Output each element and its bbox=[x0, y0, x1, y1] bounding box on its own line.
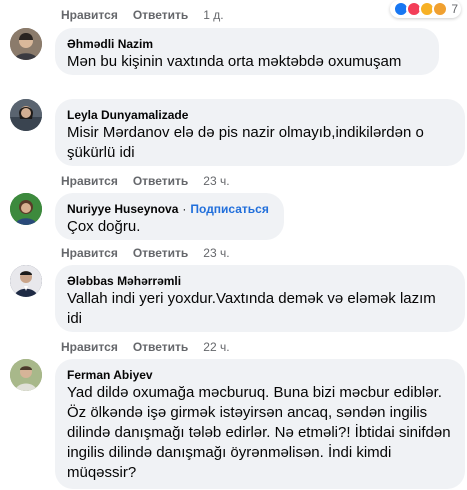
wow-reaction-icon bbox=[432, 1, 449, 17]
reply-button[interactable]: Ответить bbox=[133, 340, 188, 354]
comment-timestamp[interactable]: 23 ч. bbox=[203, 246, 229, 260]
reaction-count: 7 bbox=[451, 2, 458, 16]
comment: Əhmədli Nazim Mən bu kişinin vaxtında or… bbox=[10, 28, 439, 75]
person-avatar-icon bbox=[10, 265, 42, 297]
comment-author[interactable]: Leyla Dunyamalizade bbox=[67, 107, 453, 123]
comment: Ələbbas Məhərrəmli Vallah indi yeri yoxd… bbox=[10, 265, 465, 332]
person-avatar-icon bbox=[10, 99, 42, 131]
comment-author[interactable]: Əhmədli Nazim bbox=[67, 36, 427, 52]
avatar[interactable] bbox=[10, 28, 42, 60]
comment-actions: Нравится Ответить 1 д. bbox=[61, 8, 224, 22]
subscribe-link[interactable]: Подписаться bbox=[190, 202, 268, 216]
comment: Nuriyye Huseynova · Подписаться Çox doğru. bbox=[10, 193, 284, 240]
comment-actions: Нравится Ответить 23 ч. bbox=[61, 174, 230, 188]
like-button[interactable]: Нравится bbox=[61, 246, 118, 260]
avatar[interactable] bbox=[10, 193, 42, 225]
comment-text: Vallah indi yeri yoxdur.Vaxtında demək v… bbox=[67, 290, 436, 327]
comment-author[interactable]: Ferman Abiyev bbox=[67, 367, 453, 383]
comment-bubble: Əhmədli Nazim Mən bu kişinin vaxtında or… bbox=[55, 28, 439, 75]
person-avatar-icon bbox=[10, 28, 42, 60]
comment-timestamp[interactable]: 22 ч. bbox=[203, 340, 229, 354]
like-button[interactable]: Нравится bbox=[61, 340, 118, 354]
avatar[interactable] bbox=[10, 265, 42, 297]
comment-actions: Нравится Ответить 23 ч. bbox=[61, 246, 230, 260]
reply-button[interactable]: Ответить bbox=[133, 174, 188, 188]
like-button[interactable]: Нравится bbox=[61, 174, 118, 188]
comment-actions: Нравится Ответить 22 ч. bbox=[61, 340, 230, 354]
like-button[interactable]: Нравится bbox=[61, 8, 118, 22]
comment-text: Mən bu kişinin vaxtında orta məktəbdə ox… bbox=[67, 53, 402, 70]
person-avatar-icon bbox=[10, 193, 42, 225]
reply-button[interactable]: Ответить bbox=[133, 246, 188, 260]
comment-timestamp[interactable]: 23 ч. bbox=[203, 174, 229, 188]
person-avatar-icon bbox=[10, 359, 42, 391]
comment: Ferman Abiyev Yad dildə oxumağa məcburuq… bbox=[10, 359, 465, 489]
comment: Leyla Dunyamalizade Misir Mərdanov elə d… bbox=[10, 99, 465, 166]
avatar[interactable] bbox=[10, 99, 42, 131]
reactions-badge[interactable]: 7 bbox=[390, 0, 461, 18]
comment-author[interactable]: Nuriyye Huseynova bbox=[67, 202, 178, 216]
comment-author-line: Nuriyye Huseynova · Подписаться bbox=[67, 202, 269, 216]
reply-button[interactable]: Ответить bbox=[133, 8, 188, 22]
comment-bubble: Leyla Dunyamalizade Misir Mərdanov elə d… bbox=[55, 99, 465, 166]
comment-bubble: Nuriyye Huseynova · Подписаться Çox doğru. bbox=[55, 193, 284, 240]
comment-text: Çox doğru. bbox=[67, 218, 141, 235]
comment-text: Yad dildə oxumağa məcburuq. Buna bizi mə… bbox=[67, 384, 451, 481]
comment-author[interactable]: Ələbbas Məhərrəmli bbox=[67, 273, 453, 289]
comment-bubble: Ferman Abiyev Yad dildə oxumağa məcburuq… bbox=[55, 359, 465, 489]
comment-bubble: Ələbbas Məhərrəmli Vallah indi yeri yoxd… bbox=[55, 265, 465, 332]
comment-text: Misir Mərdanov elə də pis nazir olmayıb,… bbox=[67, 124, 424, 161]
avatar[interactable] bbox=[10, 359, 42, 391]
comment-timestamp[interactable]: 1 д. bbox=[203, 8, 223, 22]
